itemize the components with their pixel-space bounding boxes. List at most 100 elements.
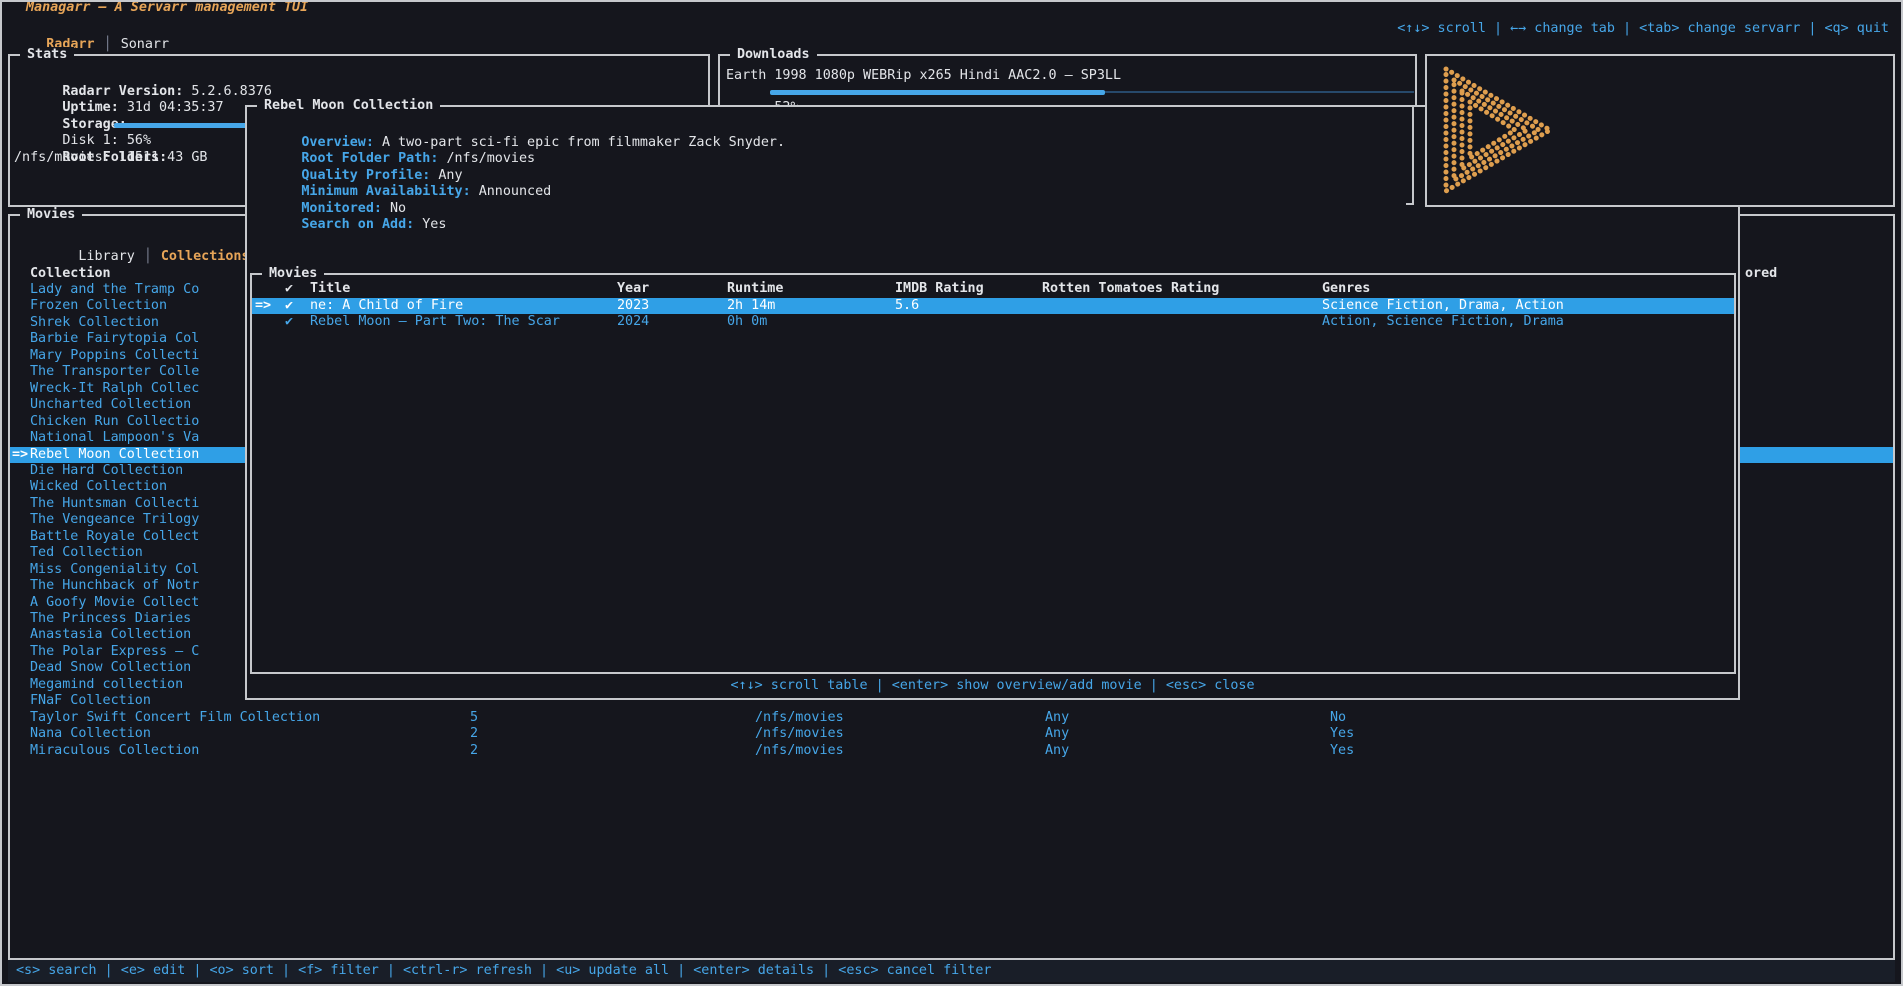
tab-collections[interactable]: Collections <box>161 249 250 264</box>
tab-separator: │ <box>144 249 152 264</box>
movie-title: ne: A Child of Fire <box>310 298 463 314</box>
col-rt: Rotten Tomatoes Rating <box>1042 281 1219 297</box>
collection-quality: Any <box>1045 710 1069 726</box>
col-title: Title <box>310 281 350 297</box>
search-on-add-label: Search on Add: <box>301 217 414 232</box>
movie-runtime: 2h 14m <box>727 298 775 314</box>
downloads-panel-title: Downloads <box>730 47 817 63</box>
collection-name: Rebel Moon Collection <box>30 447 199 463</box>
movies-panel-title: Movies <box>20 207 82 223</box>
collection-name: Dead Snow Collection <box>30 660 191 676</box>
collection-name: Wicked Collection <box>30 479 167 495</box>
collection-name: Megamind collection <box>30 677 183 693</box>
collection-name: Shrek Collection <box>30 315 159 331</box>
servarr-tabs: Radarr│Sonarr <box>14 21 169 37</box>
collection-name: Frozen Collection <box>30 298 167 314</box>
collection-name: Nana Collection <box>30 726 151 742</box>
root-folder-value: /nfs/movies: 11511.43 GB <box>14 150 207 166</box>
modal-movies-table-header: ✔ Title Year Runtime IMDB Rating Rotten … <box>252 281 1734 297</box>
movie-runtime: 0h 0m <box>727 314 767 330</box>
collection-row[interactable]: Nana Collection 2/nfs/movies Any Yes <box>10 726 1893 742</box>
monitored-column-header-fragment: ored <box>1745 266 1777 282</box>
collection-name: Wreck-It Ralph Collec <box>30 381 199 397</box>
collection-movies: 2 <box>470 726 478 742</box>
collection-name: Taylor Swift Concert Film Collection <box>30 710 320 726</box>
collection-name: The Vengeance Trilogy <box>30 512 199 528</box>
movie-genres: Action, Science Fiction, Drama <box>1322 314 1564 330</box>
bottom-keybinds: <s> search | <e> edit | <o> sort | <f> f… <box>8 960 1895 982</box>
search-on-add-value: Yes <box>422 217 446 232</box>
radarr-version-line: Radarr Version:5.2.6.8376 <box>14 68 272 84</box>
collection-name: Barbie Fairytopia Col <box>30 331 199 347</box>
overview-field: Overview:A two-part sci-fi epic from fil… <box>253 119 785 135</box>
collection-name: National Lampoon's Va <box>30 430 199 446</box>
managarr-logo-icon <box>1439 63 1557 197</box>
col-check: ✔ <box>285 281 293 297</box>
collection-monitored: Yes <box>1330 743 1354 759</box>
monitored-field: Monitored:No <box>253 185 406 201</box>
app-title: Managarr – A Servarr management TUI <box>18 0 316 16</box>
collection-name: Die Hard Collection <box>30 463 183 479</box>
collection-path: /nfs/movies <box>755 726 844 742</box>
col-genres: Genres <box>1322 281 1370 297</box>
collection-name: The Huntsman Collecti <box>30 496 199 512</box>
collection-path: /nfs/movies <box>755 710 844 726</box>
collection-column-header: Collection <box>30 266 111 282</box>
collection-name: The Princess Diaries <box>30 611 191 627</box>
col-imdb: IMDB Rating <box>895 281 984 297</box>
storage-label: Storage: <box>14 101 127 117</box>
collection-row[interactable]: Taylor Swift Concert Film Collection 5/nf… <box>10 710 1893 726</box>
movie-marker: => <box>255 298 271 314</box>
minimum-availability-field: Minimum Availability:Announced <box>253 168 551 184</box>
collection-movies: 2 <box>470 743 478 759</box>
collection-name: Chicken Run Collectio <box>30 414 199 430</box>
collection-name: A Goofy Movie Collect <box>30 595 199 611</box>
collection-name: The Polar Express – C <box>30 644 199 660</box>
collection-name: Mary Poppins Collecti <box>30 348 199 364</box>
movie-genres: Science Fiction, Drama, Action <box>1322 298 1564 314</box>
collection-name: The Hunchback of Notr <box>30 578 199 594</box>
modal-movies-table: Movies ✔ Title Year Runtime IMDB Rating … <box>250 273 1736 674</box>
collection-name: FNaF Collection <box>30 693 151 709</box>
collection-row[interactable]: Miraculous Collection 2/nfs/movies Any Yes <box>10 743 1893 759</box>
modal-movie-row[interactable]: ✔ Rebel Moon – Part Two: The Scar 2024 0h 0… <box>252 314 1734 330</box>
collection-monitored: No <box>1330 710 1346 726</box>
downloads-border-fragment <box>1406 105 1414 205</box>
root-folder-path-field: Root Folder Path:/nfs/movies <box>253 135 535 151</box>
col-runtime: Runtime <box>727 281 783 297</box>
collection-name: Anastasia Collection <box>30 627 191 643</box>
movie-title: Rebel Moon – Part Two: The Scar <box>310 314 560 330</box>
modal-movie-row[interactable]: =>✔ne: A Child of Fire20232h 14m5.6Scien… <box>252 298 1734 314</box>
collection-quality: Any <box>1045 726 1069 742</box>
collection-name: Uncharted Collection <box>30 397 191 413</box>
quality-profile-field: Quality Profile:Any <box>253 152 463 168</box>
collection-name: Miraculous Collection <box>30 743 199 759</box>
logo-panel <box>1425 54 1895 207</box>
modal-keybinds: <↑↓> scroll table | <enter> show overvie… <box>247 678 1738 694</box>
top-keybinds: <↑↓> scroll | ←→ change tab | <tab> chan… <box>1397 21 1889 37</box>
tab-sonarr[interactable]: Sonarr <box>121 37 169 52</box>
stats-panel-title: Stats <box>20 47 74 63</box>
movie-check: ✔ <box>285 298 293 314</box>
download-gauge-track <box>770 91 1414 93</box>
download-progress-line: 52% <box>726 84 1412 100</box>
col-year: Year <box>617 281 649 297</box>
movie-year: 2024 <box>617 314 649 330</box>
uptime-line: Uptime:31d 04:35:37 <box>14 84 224 100</box>
search-on-add-field: Search on Add:Yes <box>253 201 446 217</box>
movies-tabs: Library│Collections <box>30 233 250 249</box>
modal-title: Rebel Moon Collection <box>257 98 440 114</box>
collection-name: The Transporter Colle <box>30 364 199 380</box>
uptime-value: 31d 04:35:37 <box>127 100 224 115</box>
movie-check: ✔ <box>285 314 293 330</box>
collection-name: Miss Congeniality Col <box>30 562 199 578</box>
download-gauge-fill <box>770 90 1105 95</box>
tab-library[interactable]: Library <box>78 249 134 264</box>
collection-movies: 5 <box>470 710 478 726</box>
collection-monitored: Yes <box>1330 726 1354 742</box>
collection-name: Battle Royale Collect <box>30 529 199 545</box>
collection-path: /nfs/movies <box>755 743 844 759</box>
movie-imdb: 5.6 <box>895 298 919 314</box>
app-root: Managarr – A Servarr management TUI Rada… <box>0 0 1903 986</box>
collection-quality: Any <box>1045 743 1069 759</box>
